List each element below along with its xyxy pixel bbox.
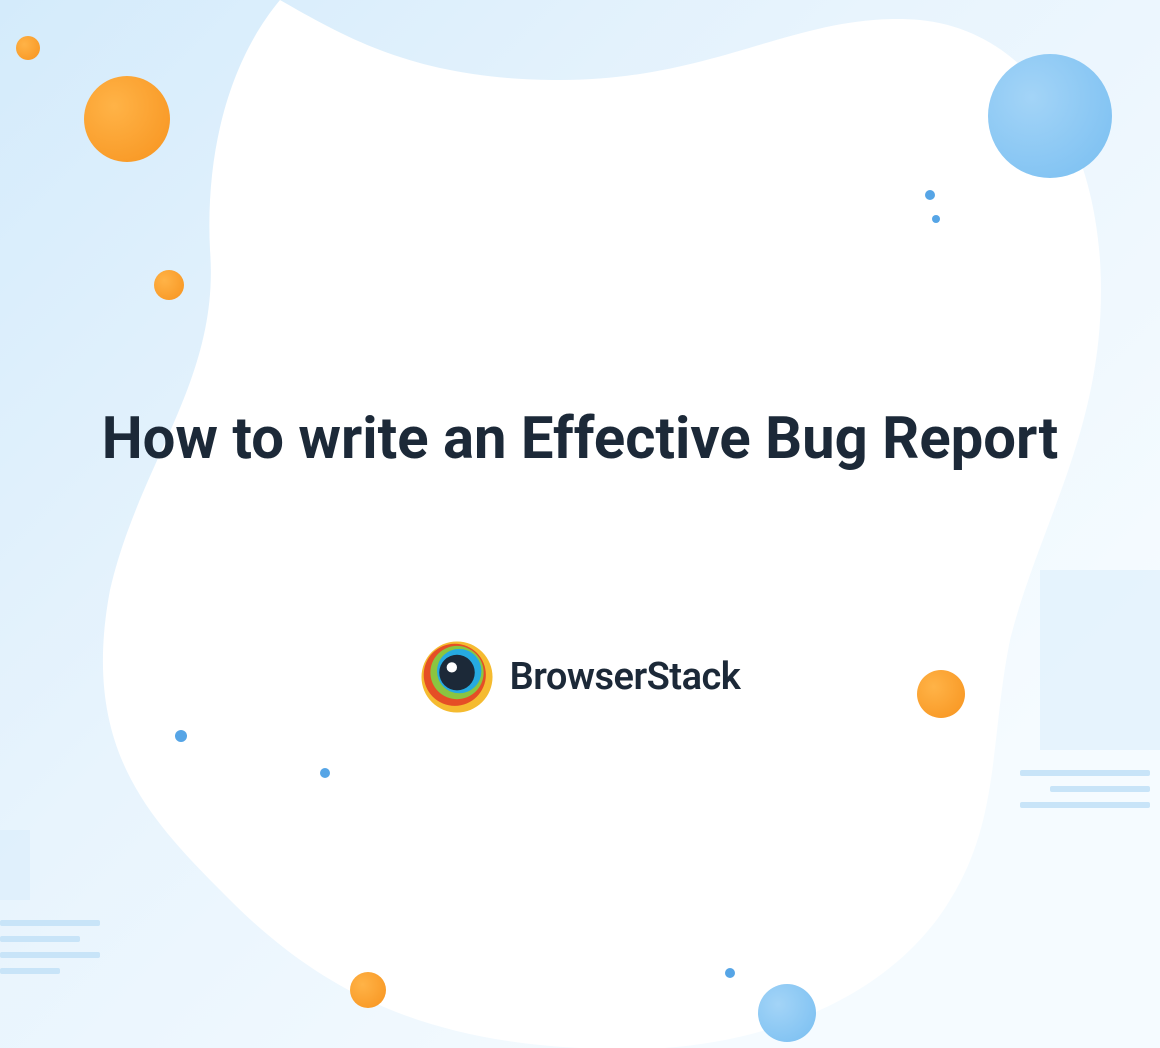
background-gradient <box>0 0 1160 1048</box>
blue-dot-icon <box>175 730 187 742</box>
hero-banner: How to write an Effective Bug Report Bro… <box>0 0 1160 1048</box>
deco-rect-bottom-left <box>0 830 30 900</box>
blue-dot-icon <box>932 215 940 223</box>
browserstack-icon <box>420 640 494 714</box>
brand-name: BrowserStack <box>510 655 741 699</box>
brand-logo: BrowserStack <box>0 640 1160 714</box>
orange-circle-icon <box>84 76 170 162</box>
blue-dot-icon <box>725 968 735 978</box>
orange-dot-icon <box>350 972 386 1008</box>
blue-circle-icon <box>988 54 1112 178</box>
deco-lines-bottom-left <box>0 920 100 974</box>
title-container: How to write an Effective Bug Report <box>0 400 1160 478</box>
blue-dot-icon <box>320 768 330 778</box>
blue-circle-icon <box>758 984 816 1042</box>
page-title: How to write an Effective Bug Report <box>100 400 1060 478</box>
orange-dot-icon <box>154 270 184 300</box>
deco-lines-right <box>1020 770 1150 808</box>
blue-dot-icon <box>925 190 935 200</box>
orange-dot-icon <box>16 36 40 60</box>
